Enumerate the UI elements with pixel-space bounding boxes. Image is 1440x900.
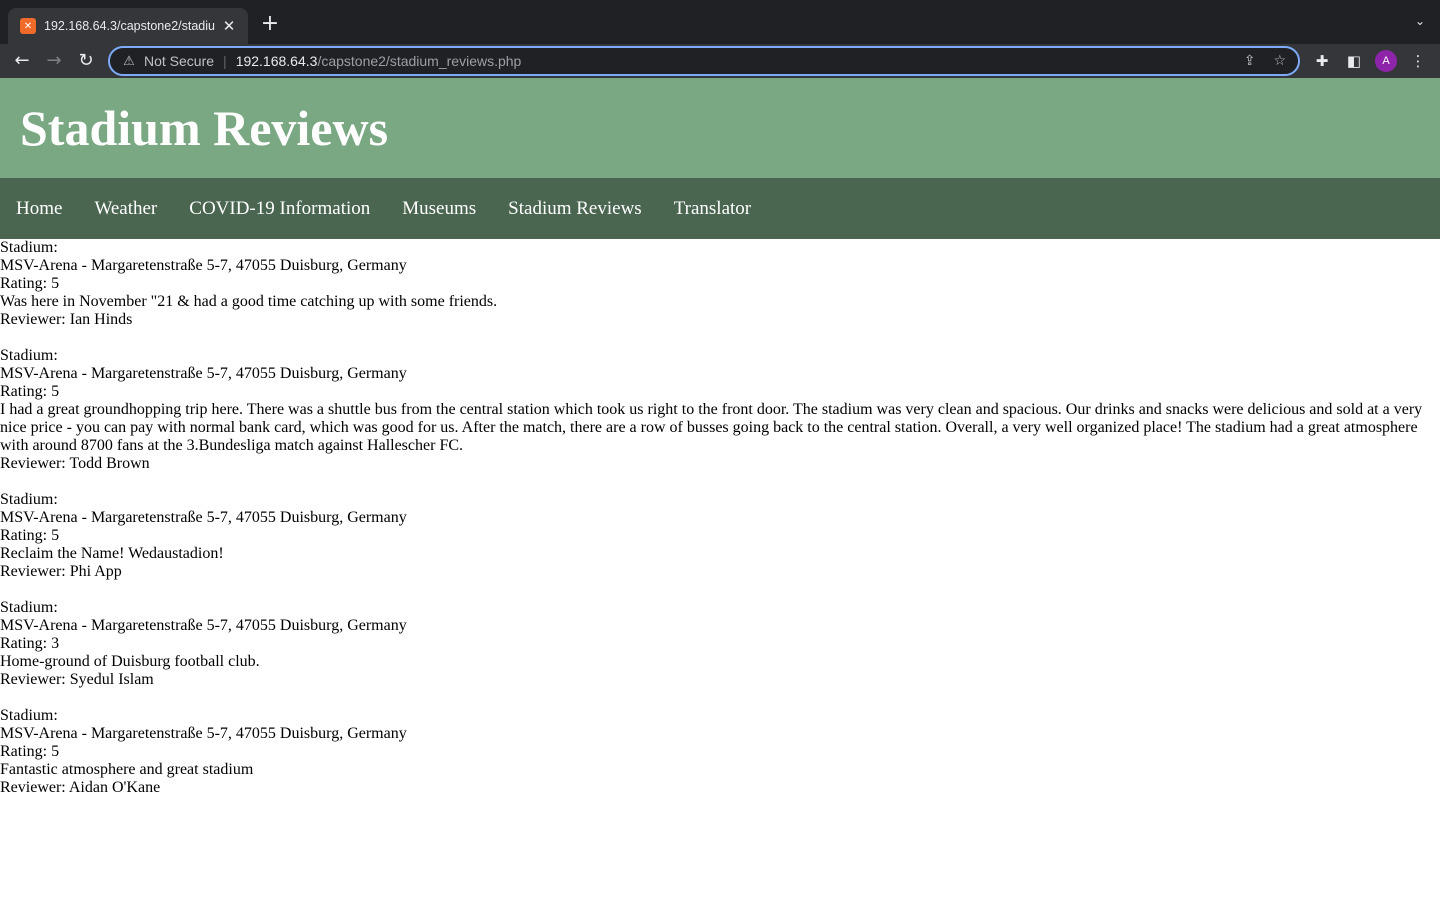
side-panel-icon[interactable]: ◧ xyxy=(1342,49,1366,73)
review-text: Was here in November "21 & had a good ti… xyxy=(0,293,498,310)
nav-translator-link[interactable]: Translator xyxy=(658,178,767,239)
browser-toolbar: ← → ↻ ⚠ Not Secure | 192.168.64.3/capsto… xyxy=(0,44,1440,78)
url-host: 192.168.64.3 xyxy=(235,53,318,69)
extensions-puzzle-icon[interactable]: ✚ xyxy=(1310,49,1334,73)
reviewer-name: Reviewer: Phi App xyxy=(0,563,122,580)
nav-museums-link[interactable]: Museums xyxy=(386,178,492,239)
reviewer-name: Reviewer: Ian Hinds xyxy=(0,311,133,328)
warning-icon[interactable]: ⚠ xyxy=(120,54,138,69)
review-item: Stadium: MSV-Arena - Margaretenstraße 5-… xyxy=(0,707,1440,797)
review-rating: Rating: 5 xyxy=(0,383,60,400)
reviewer-name: Reviewer: Todd Brown xyxy=(0,455,150,472)
stadium-label: Stadium: xyxy=(0,491,58,508)
back-arrow-icon[interactable]: ← xyxy=(10,49,34,73)
new-tab-icon[interactable]: + xyxy=(258,12,282,36)
address-bar-actions: ⇪ ☆ xyxy=(1244,53,1286,69)
review-item: Stadium: MSV-Arena - Margaretenstraße 5-… xyxy=(0,239,1440,329)
forward-arrow-icon[interactable]: → xyxy=(42,49,66,73)
review-text: Home-ground of Duisburg football club. xyxy=(0,653,260,670)
reviewer-name: Reviewer: Syedul Islam xyxy=(0,671,154,688)
bookmark-star-icon[interactable]: ☆ xyxy=(1273,53,1286,69)
close-tab-icon[interactable]: ✕ xyxy=(220,17,238,35)
stadium-name: MSV-Arena - Margaretenstraße 5-7, 47055 … xyxy=(0,509,407,526)
review-item: Stadium: MSV-Arena - Margaretenstraße 5-… xyxy=(0,491,1440,581)
nav-stadium-reviews-link[interactable]: Stadium Reviews xyxy=(492,178,658,239)
stadium-name: MSV-Arena - Margaretenstraße 5-7, 47055 … xyxy=(0,257,407,274)
browser-tab[interactable]: ✕ 192.168.64.3/capstone2/stadiu ✕ xyxy=(8,8,248,44)
stadium-label: Stadium: xyxy=(0,707,58,724)
nav-covid-link[interactable]: COVID-19 Information xyxy=(173,178,386,239)
stadium-label: Stadium: xyxy=(0,239,58,256)
review-item: Stadium: MSV-Arena - Margaretenstraße 5-… xyxy=(0,599,1440,689)
page-title: Stadium Reviews xyxy=(20,100,389,156)
review-rating: Rating: 5 xyxy=(0,743,60,760)
site-header: Stadium Reviews xyxy=(0,78,1440,178)
stadium-name: MSV-Arena - Margaretenstraße 5-7, 47055 … xyxy=(0,365,407,382)
stadium-label: Stadium: xyxy=(0,599,58,616)
stadium-label: Stadium: xyxy=(0,347,58,364)
reviews-list: Stadium: MSV-Arena - Margaretenstraße 5-… xyxy=(0,239,1440,797)
main-nav: Home Weather COVID-19 Information Museum… xyxy=(0,178,1440,239)
reload-icon[interactable]: ↻ xyxy=(74,49,98,73)
reviewer-name: Reviewer: Aidan O'Kane xyxy=(0,779,161,796)
profile-avatar[interactable]: A xyxy=(1375,50,1397,72)
review-item: Stadium: MSV-Arena - Margaretenstraße 5-… xyxy=(0,347,1440,473)
share-icon[interactable]: ⇪ xyxy=(1244,53,1256,69)
xampp-favicon-icon: ✕ xyxy=(20,18,36,34)
review-rating: Rating: 3 xyxy=(0,635,60,652)
address-bar[interactable]: ⚠ Not Secure | 192.168.64.3/capstone2/st… xyxy=(108,46,1300,76)
stadium-name: MSV-Arena - Margaretenstraße 5-7, 47055 … xyxy=(0,725,407,742)
browser-menu-icon[interactable]: ⋮ xyxy=(1406,49,1430,73)
tab-title: 192.168.64.3/capstone2/stadiu xyxy=(44,19,215,33)
stadium-name: MSV-Arena - Margaretenstraße 5-7, 47055 … xyxy=(0,617,407,634)
review-text: Reclaim the Name! Wedaustadion! xyxy=(0,545,224,562)
tab-search-chevron-icon[interactable]: ⌄ xyxy=(1412,14,1428,30)
url-path: /capstone2/stadium_reviews.php xyxy=(317,53,522,69)
address-separator: | xyxy=(223,53,227,69)
review-text: Fantastic atmosphere and great stadium xyxy=(0,761,254,778)
browser-tabstrip: ✕ 192.168.64.3/capstone2/stadiu ✕ + ⌄ xyxy=(0,0,1440,44)
review-text: I had a great groundhopping trip here. T… xyxy=(0,401,1423,454)
nav-home-link[interactable]: Home xyxy=(0,178,78,239)
review-rating: Rating: 5 xyxy=(0,275,60,292)
nav-weather-link[interactable]: Weather xyxy=(78,178,173,239)
not-secure-label[interactable]: Not Secure xyxy=(144,53,214,69)
review-rating: Rating: 5 xyxy=(0,527,60,544)
